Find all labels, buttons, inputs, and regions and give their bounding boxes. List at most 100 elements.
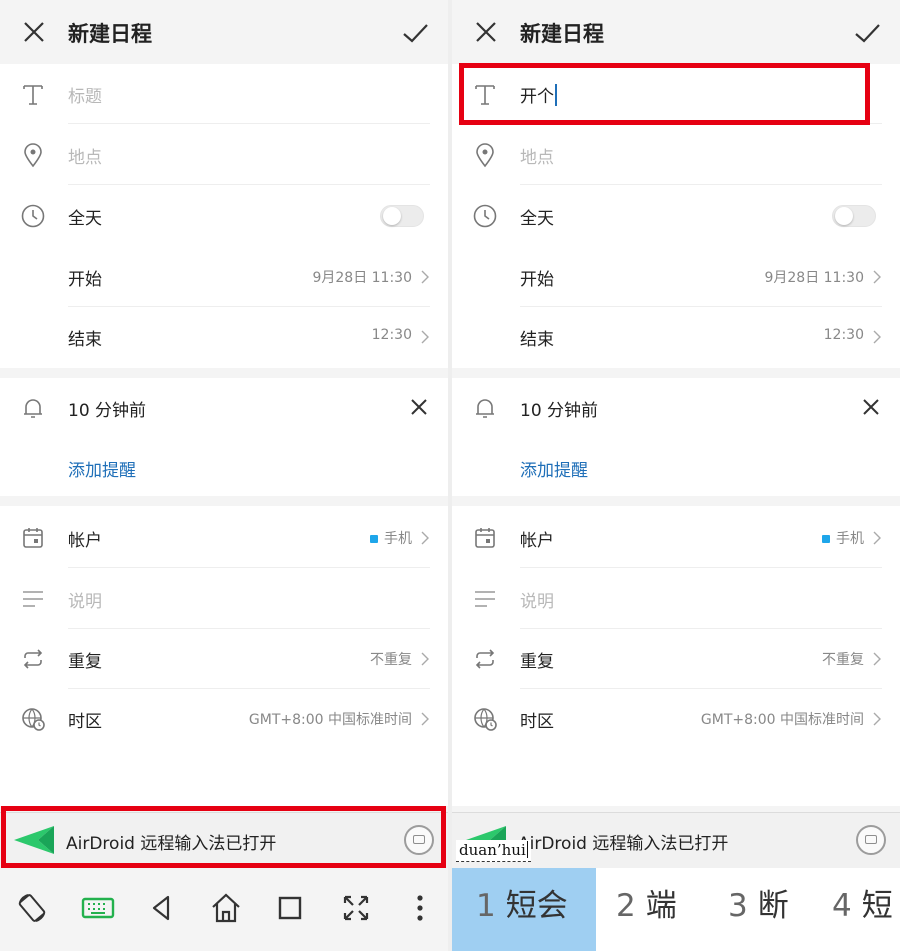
divider [520, 567, 882, 568]
page-title: 新建日程 [68, 22, 152, 46]
check-icon[interactable] [852, 18, 882, 48]
candidate-text: 短会 [505, 888, 568, 924]
reminder-card: 10 分钟前 添加提醒 [0, 378, 448, 496]
start-row[interactable]: 开始 9月28日 11:30 [0, 247, 448, 307]
all-day-toggle[interactable] [832, 205, 876, 227]
start-row[interactable]: 开始 9月28日 11:30 [452, 247, 900, 307]
end-value[interactable]: 12:30 [372, 327, 412, 343]
candidate-3[interactable]: 3断 [704, 868, 808, 951]
divider [520, 184, 882, 185]
title-input[interactable]: 标题 [68, 82, 102, 107]
clock-icon [21, 204, 45, 228]
location-row[interactable]: 地点 [452, 125, 900, 185]
globe-clock-icon [22, 708, 45, 731]
remove-reminder-icon[interactable] [860, 396, 882, 418]
navigation-bar [0, 868, 448, 951]
description-row[interactable]: 说明 [0, 569, 448, 629]
account-row[interactable]: 帐户 手机 [452, 508, 900, 568]
toggle-knob [835, 207, 853, 225]
candidate-4[interactable]: 4短 [808, 868, 900, 951]
candidate-text: 断 [757, 888, 789, 924]
check-icon[interactable] [400, 18, 430, 48]
account-value[interactable]: 手机 [822, 528, 864, 548]
repeat-value[interactable]: 不重复 [822, 649, 864, 669]
end-value[interactable]: 12:30 [824, 327, 864, 343]
composing-cursor [526, 841, 528, 858]
lines-icon [475, 591, 495, 607]
remove-reminder-icon[interactable] [408, 396, 430, 418]
start-value[interactable]: 9月28日 11:30 [764, 267, 864, 287]
reminder-label: 10 分钟前 [68, 401, 147, 421]
end-row[interactable]: 结束 12:30 [0, 307, 448, 367]
candidate-number: 2 [616, 888, 636, 924]
divider [68, 123, 430, 124]
details-card: 帐户 手机 说明 重复 不重复 时区 GMT+8:00 中国标准时间 [452, 506, 900, 806]
globe-clock-icon [474, 708, 497, 731]
repeat-label: 重复 [520, 652, 554, 672]
keyboard-icon[interactable] [80, 890, 116, 926]
close-icon[interactable] [472, 18, 500, 46]
bell-icon [476, 399, 494, 418]
chevron-right-icon [873, 712, 881, 726]
chevron-right-icon [873, 652, 881, 666]
account-row[interactable]: 帐户 手机 [0, 508, 448, 568]
chevron-right-icon [873, 330, 881, 344]
repeat-row[interactable]: 重复 不重复 [0, 629, 448, 689]
timezone-row[interactable]: 时区 GMT+8:00 中国标准时间 [452, 689, 900, 749]
start-value[interactable]: 9月28日 11:30 [312, 267, 412, 287]
candidate-1[interactable]: 1 短会 [452, 868, 596, 951]
location-input[interactable]: 地点 [520, 143, 554, 168]
description-row[interactable]: 说明 [452, 569, 900, 629]
repeat-value[interactable]: 不重复 [370, 649, 412, 669]
description-input[interactable]: 说明 [520, 587, 554, 612]
fullscreen-icon[interactable] [338, 890, 374, 926]
location-input[interactable]: 地点 [68, 143, 102, 168]
timezone-value[interactable]: GMT+8:00 中国标准时间 [701, 709, 864, 729]
title-row[interactable]: 标题 [0, 64, 448, 124]
account-label: 帐户 [68, 531, 102, 551]
airdroid-banner-text: AirDroid 远程输入法已打开 [518, 834, 729, 854]
location-pin-icon [476, 143, 494, 168]
description-input[interactable]: 说明 [68, 587, 102, 612]
all-day-toggle[interactable] [380, 205, 424, 227]
all-day-row[interactable]: 全天 [0, 186, 448, 246]
account-value[interactable]: 手机 [370, 528, 412, 548]
candidate-2[interactable]: 2端 [592, 868, 700, 951]
end-label: 结束 [520, 330, 554, 350]
location-row[interactable]: 地点 [0, 125, 448, 185]
recents-icon[interactable] [272, 890, 308, 926]
keyboard-switch-button[interactable] [856, 825, 886, 855]
account-color-dot [822, 535, 830, 543]
bell-icon [24, 399, 42, 418]
end-label: 结束 [68, 330, 102, 350]
timezone-row[interactable]: 时区 GMT+8:00 中国标准时间 [0, 689, 448, 749]
lines-icon [23, 591, 43, 607]
end-row[interactable]: 结束 12:30 [452, 307, 900, 367]
candidate-text: 端 [645, 888, 677, 924]
top-bar: 新建日程 [452, 0, 900, 64]
ime-composing-text: duan’hui [456, 840, 531, 862]
candidate-number: 1 [476, 888, 496, 924]
start-label: 开始 [68, 270, 102, 290]
top-bar: 新建日程 [0, 0, 448, 64]
more-icon[interactable] [402, 890, 438, 926]
repeat-row[interactable]: 重复 不重复 [452, 629, 900, 689]
start-label: 开始 [520, 270, 554, 290]
right-screen: 新建日程 开个 地点 全天 开始 9月28日 11:30 结束 12:30 10… [452, 0, 900, 951]
add-reminder-link[interactable]: 添加提醒 [520, 456, 588, 481]
add-reminder-link[interactable]: 添加提醒 [68, 456, 136, 481]
home-icon[interactable] [208, 890, 244, 926]
candidate-number: 3 [728, 888, 748, 924]
chevron-right-icon [421, 270, 429, 284]
timezone-label: 时区 [520, 712, 554, 732]
chevron-right-icon [421, 712, 429, 726]
back-icon[interactable] [144, 890, 180, 926]
repeat-label: 重复 [68, 652, 102, 672]
all-day-label: 全天 [68, 209, 102, 229]
rotate-icon[interactable] [14, 890, 50, 926]
all-day-row[interactable]: 全天 [452, 186, 900, 246]
timezone-value[interactable]: GMT+8:00 中国标准时间 [249, 709, 412, 729]
ime-candidate-bar: 1 短会 2端 3断 4短 [452, 868, 900, 951]
close-icon[interactable] [20, 18, 48, 46]
event-card: 标题 地点 全天 开始 9月28日 11:30 结束 12:30 [0, 64, 448, 368]
